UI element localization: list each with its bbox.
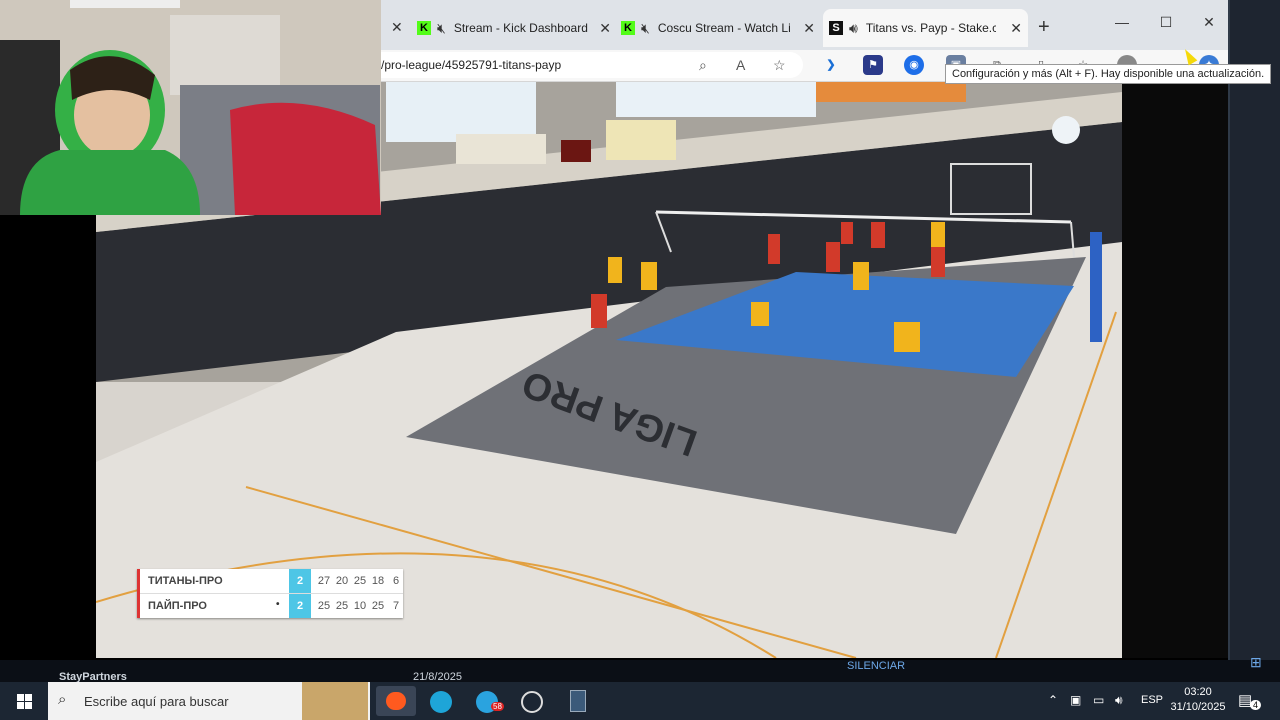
clock-time: 03:20 (1184, 686, 1212, 698)
clock-date: 31/10/2025 (1170, 701, 1226, 713)
extension-icon[interactable]: ❯ (821, 55, 841, 75)
edge-browser-icon[interactable] (421, 686, 461, 716)
team-name: ТИТАНЫ-ПРО (148, 575, 223, 587)
kick-logo-icon: K (417, 21, 431, 35)
chevron-up-icon[interactable]: ⌃ (1048, 693, 1058, 707)
sets-won: 2 (289, 569, 311, 593)
close-icon[interactable]: ✕ (391, 19, 403, 36)
language-indicator[interactable]: ESP (1141, 694, 1163, 706)
settings-tooltip: Configuración y más (Alt + F). Hay dispo… (945, 64, 1272, 84)
muted-speaker-icon[interactable]: 🔇︎ (641, 20, 650, 37)
close-icon[interactable]: ✕ (803, 20, 815, 37)
kick-logo-icon: K (621, 21, 635, 35)
extension-icon[interactable]: ⚑ (863, 55, 883, 75)
set-score: 18 (371, 575, 385, 587)
windows-taskbar: ⌕ Escribe aquí para buscar 58 ⌃ ▣ ▭ 🔊︎ E… (0, 682, 1280, 720)
scoreboard-row: ПАЙП-ПРО • 2 25 25 10 25 7 (140, 594, 403, 618)
tab-label: Stream - Kick Dashboard (453, 21, 588, 35)
tab-titans-vs-payp[interactable]: S 🔊︎ Titans vs. Payp - Stake.co ✕ (823, 9, 1028, 47)
games-app-icon[interactable] (376, 686, 416, 716)
taskbar-search-box[interactable]: ⌕ Escribe aquí para buscar (48, 682, 370, 720)
search-placeholder: Escribe aquí para buscar (84, 694, 229, 709)
start-button[interactable] (0, 682, 48, 720)
camera-icon[interactable]: ▣ (1070, 693, 1081, 707)
set-score: 25 (353, 575, 367, 587)
window-close-icon[interactable]: ✕ (1189, 14, 1229, 31)
notification-count: 4 (1250, 700, 1262, 710)
stream-info-strip: StayPartners 21/8/2025 SILENCIAR ⊞ (0, 654, 1280, 683)
tab-label: Coscu Stream - Watch Li (657, 21, 791, 35)
scoreboard: ТИТАНЫ-ПРО 2 27 20 25 18 6 ПАЙП-ПРО • 2 … (137, 569, 403, 618)
minimize-icon[interactable]: — (1102, 14, 1142, 30)
url-text: /pro-league/45925791-titans-payp (381, 58, 562, 72)
network-icon[interactable]: ▭ (1093, 693, 1104, 707)
browser-tab-strip: ✕ K 🔇︎ Stream - Kick Dashboard ✕ K 🔇︎ Co… (381, 0, 1228, 50)
browser-sidebar (1228, 0, 1280, 660)
set-score: 20 (335, 575, 349, 587)
close-icon[interactable]: ✕ (599, 20, 611, 37)
tab-kick-dashboard[interactable]: K 🔇︎ Stream - Kick Dashboard ✕ (417, 9, 617, 47)
system-clock[interactable]: 03:20 31/10/2025 (1168, 685, 1228, 715)
mute-button[interactable]: SILENCIAR (847, 660, 905, 672)
set-score: 25 (335, 600, 349, 612)
set-score: 27 (317, 575, 331, 587)
tab-label: Titans vs. Payp - Stake.co (865, 21, 996, 35)
telegram-badge: 58 (491, 702, 504, 711)
read-aloud-icon[interactable]: A (736, 52, 745, 78)
zoom-icon[interactable]: ⌕ (699, 52, 707, 78)
extension-icon[interactable]: ◉ (904, 55, 924, 75)
team-name: ПАЙП-ПРО (148, 600, 207, 612)
address-bar[interactable]: /pro-league/45925791-titans-payp ⌕ A ☆ (381, 52, 803, 78)
telegram-icon[interactable]: 58 (467, 686, 507, 716)
set-score: 25 (371, 600, 385, 612)
set-score: 7 (392, 600, 400, 612)
new-tab-plus-icon[interactable]: + (1038, 16, 1050, 39)
search-icon: ⌕ (58, 691, 67, 708)
close-icon[interactable]: ✕ (1010, 20, 1022, 37)
scoreboard-row: ТИТАНЫ-ПРО 2 27 20 25 18 6 (140, 569, 403, 593)
set-score: 6 (392, 575, 400, 587)
search-highlight-image (302, 682, 368, 720)
tab-coscu-stream[interactable]: K 🔇︎ Coscu Stream - Watch Li ✕ (621, 9, 821, 47)
stake-logo-icon: S (829, 21, 843, 35)
calculator-icon[interactable] (558, 686, 598, 716)
volume-icon[interactable]: 🔊︎ (1115, 693, 1123, 708)
sets-won: 2 (289, 594, 311, 618)
muted-speaker-icon[interactable]: 🔇︎ (437, 20, 446, 37)
set-score: 25 (317, 600, 331, 612)
player-side-panel (1122, 82, 1228, 658)
webcam-overlay (0, 0, 381, 215)
gift-icon[interactable]: ⊞ (1250, 654, 1262, 671)
obs-icon[interactable] (512, 686, 552, 716)
maximize-icon[interactable]: ☐ (1146, 14, 1186, 31)
serve-indicator-icon: • (276, 599, 280, 610)
favorite-star-icon[interactable]: ☆ (773, 52, 786, 78)
set-score: 10 (353, 600, 367, 612)
speaker-icon[interactable]: 🔊︎ (849, 20, 858, 37)
windows-logo-icon (17, 694, 32, 709)
